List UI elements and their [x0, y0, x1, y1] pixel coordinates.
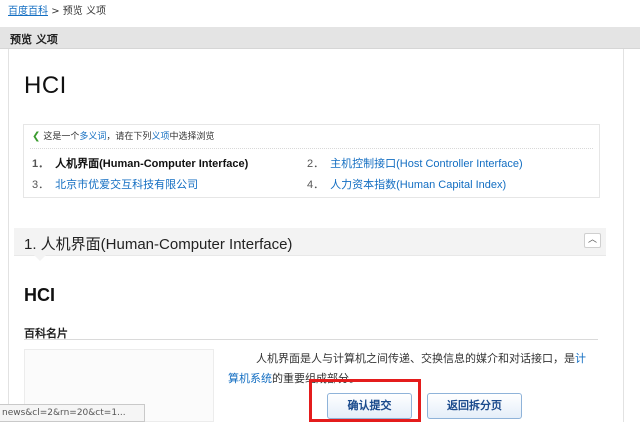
- disambiguation-box: ❮ 这是一个多义词，请在下列义项中选择浏览 1． 人机界面(Human-Comput…: [23, 124, 600, 198]
- sense-number: 3．: [32, 179, 50, 191]
- disambiguation-note: ❮ 这是一个多义词，请在下列义项中选择浏览: [32, 131, 214, 143]
- status-bar: news&cl=2&rn=20&ct=1...: [0, 404, 145, 422]
- section-pointer: [34, 255, 46, 261]
- sense-label: 人机界面(Human-Computer Interface): [55, 158, 249, 170]
- section-subtitle: HCI: [24, 285, 55, 305]
- preview-titlebar: 预览 义项: [0, 27, 640, 49]
- sense-item-4[interactable]: 4． 人力资本指数(Human Capital Index): [307, 178, 506, 192]
- section-title: 1. 人机界面(Human-Computer Interface): [24, 236, 293, 253]
- breadcrumb-home-link[interactable]: 百度百科: [8, 6, 48, 17]
- note-prefix: 这是一个: [43, 132, 80, 142]
- sense-number: 1．: [32, 158, 50, 170]
- sense-link[interactable]: 北京市优爱交互科技有限公司: [55, 179, 198, 191]
- note-middle: ，请在下列: [106, 132, 152, 142]
- sense-number: 2．: [307, 158, 325, 170]
- sense-item-1: 1． 人机界面(Human-Computer Interface): [32, 157, 248, 171]
- sense-item-2[interactable]: 2． 主机控制接口(Host Controller Interface): [307, 157, 523, 171]
- breadcrumb-current: 预览 义项: [62, 6, 106, 17]
- card-heading: 百科名片: [24, 322, 598, 340]
- section-header: 1. 人机界面(Human-Computer Interface) ︿: [14, 228, 606, 261]
- sense-link[interactable]: 主机控制接口(Host Controller Interface): [330, 158, 523, 170]
- back-to-split-button[interactable]: 返回拆分页: [427, 393, 522, 419]
- leaf-icon: ❮: [32, 131, 41, 142]
- sense-link[interactable]: 人力资本指数(Human Capital Index): [330, 179, 506, 191]
- sense-item-3[interactable]: 3． 北京市优爱交互科技有限公司: [32, 178, 198, 192]
- polysemy-link[interactable]: 多义词: [79, 132, 106, 142]
- sense-number: 4．: [307, 179, 325, 191]
- chevron-up-icon[interactable]: ︿: [584, 233, 601, 248]
- breadcrumb: 百度百科 > 预览 义项: [8, 5, 106, 19]
- page-title: HCI: [24, 72, 67, 99]
- titlebar-title: 预览 义项: [10, 33, 58, 46]
- intro-text-1: 人机界面是人与计算机之间传递、交换信息的媒介和对话接口，是: [256, 352, 575, 365]
- note-suffix: 中选择浏览: [169, 132, 215, 142]
- highlight-box: [309, 379, 421, 422]
- sense-link[interactable]: 义项: [151, 132, 169, 142]
- divider: [30, 148, 593, 149]
- card-heading-label: 百科名片: [24, 327, 68, 340]
- breadcrumb-separator: >: [51, 6, 60, 17]
